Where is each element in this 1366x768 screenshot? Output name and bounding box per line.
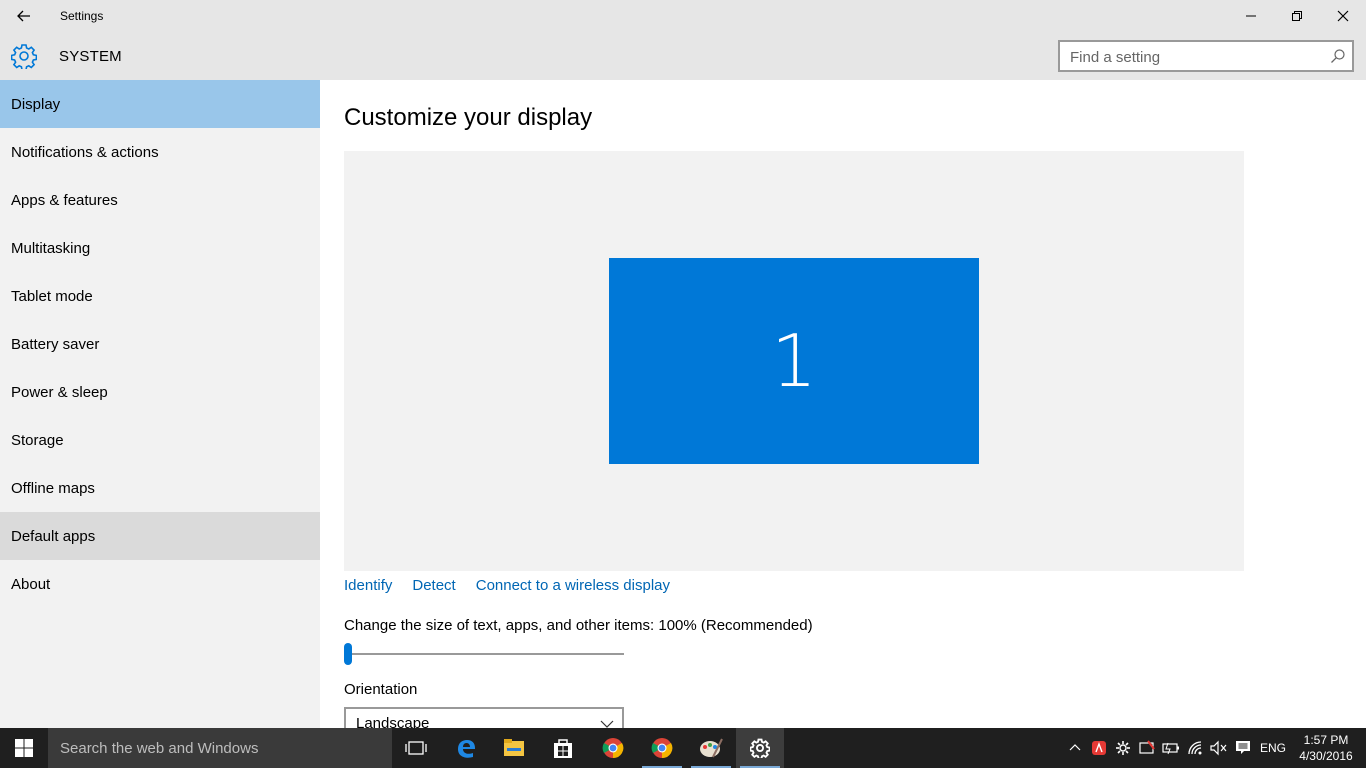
store-button[interactable] bbox=[539, 728, 587, 768]
display-links: Identify Detect Connect to a wireless di… bbox=[344, 577, 670, 594]
minimize-icon bbox=[1246, 15, 1256, 17]
back-button[interactable] bbox=[8, 4, 40, 28]
wireless-display-link[interactable]: Connect to a wireless display bbox=[476, 577, 670, 594]
sidebar-item-label: Offline maps bbox=[11, 479, 95, 497]
sidebar-item-multitasking[interactable]: Multitasking bbox=[0, 224, 320, 272]
window-title: Settings bbox=[60, 9, 104, 23]
settings-taskbar-button[interactable] bbox=[736, 728, 784, 768]
store-icon bbox=[554, 739, 572, 758]
file-explorer-button[interactable] bbox=[490, 728, 538, 768]
show-hidden-icons-button[interactable] bbox=[1065, 738, 1085, 758]
back-arrow-icon bbox=[17, 10, 30, 22]
settings-icon bbox=[750, 738, 770, 758]
input-language-indicator[interactable]: ENG bbox=[1260, 741, 1286, 755]
sidebar-item-label: Default apps bbox=[11, 527, 96, 545]
detect-link[interactable]: Detect bbox=[412, 577, 455, 594]
sidebar-item-label: Notifications & actions bbox=[11, 143, 159, 161]
windows-logo-icon bbox=[15, 739, 33, 757]
chrome-button-active[interactable] bbox=[638, 728, 686, 768]
restore-icon bbox=[1292, 11, 1302, 21]
section-title: SYSTEM bbox=[59, 48, 122, 65]
gear-icon bbox=[11, 44, 37, 69]
gear-tray-icon bbox=[1116, 741, 1130, 755]
tray-wifi-button[interactable] bbox=[1186, 738, 1206, 758]
task-view-icon bbox=[405, 741, 427, 755]
clock-date: 4/30/2016 bbox=[1299, 749, 1353, 763]
file-explorer-icon bbox=[504, 739, 524, 756]
restore-button[interactable] bbox=[1274, 0, 1320, 32]
sidebar-item-label: Display bbox=[11, 95, 61, 113]
flag-icon bbox=[1139, 740, 1155, 754]
sidebar-item-storage[interactable]: Storage bbox=[0, 416, 320, 464]
sidebar-item-label: Storage bbox=[11, 431, 64, 449]
chevron-up-icon bbox=[1069, 744, 1081, 751]
start-button[interactable] bbox=[0, 728, 48, 768]
red-app-icon bbox=[1092, 741, 1106, 755]
edge-icon bbox=[458, 740, 475, 758]
scale-slider-track[interactable] bbox=[344, 653, 624, 655]
main-content: Customize your display 1 Identify Detect… bbox=[320, 80, 1366, 739]
close-icon bbox=[1337, 10, 1349, 22]
tray-flag-button[interactable] bbox=[1137, 738, 1157, 758]
scale-label: Change the size of text, apps, and other… bbox=[344, 617, 813, 634]
minimize-button[interactable] bbox=[1228, 0, 1274, 32]
sidebar-item-label: Tablet mode bbox=[11, 287, 93, 305]
sidebar-item-tablet-mode[interactable]: Tablet mode bbox=[0, 272, 320, 320]
sidebar-item-label: Multitasking bbox=[11, 239, 91, 257]
action-center-icon bbox=[1236, 741, 1250, 754]
identify-link[interactable]: Identify bbox=[344, 577, 392, 594]
sidebar-item-label: About bbox=[11, 575, 51, 593]
display-arrangement-area: 1 bbox=[344, 151, 1244, 571]
orientation-label: Orientation bbox=[344, 681, 418, 698]
sidebar-item-label: Battery saver bbox=[11, 335, 100, 353]
monitor-tile[interactable]: 1 bbox=[609, 258, 979, 464]
search-icon bbox=[1331, 49, 1345, 63]
taskbar: Search the web and Windows ENG 1:57 PM 4… bbox=[0, 728, 1366, 768]
chrome-icon bbox=[651, 738, 673, 759]
taskbar-search-placeholder: Search the web and Windows bbox=[60, 740, 259, 757]
sidebar-item-display[interactable]: Display bbox=[0, 80, 320, 128]
volume-mute-icon bbox=[1210, 740, 1227, 756]
tray-battery-button[interactable] bbox=[1161, 738, 1181, 758]
search-placeholder: Find a setting bbox=[1070, 49, 1161, 66]
clock-time: 1:57 PM bbox=[1303, 733, 1349, 747]
tray-gear-button[interactable] bbox=[1113, 738, 1133, 758]
find-setting-input[interactable]: Find a setting bbox=[1058, 40, 1354, 72]
battery-icon bbox=[1162, 742, 1179, 755]
wifi-icon bbox=[1188, 741, 1202, 755]
sidebar-item-default-apps[interactable]: Default apps bbox=[0, 512, 320, 560]
edge-button[interactable] bbox=[442, 728, 490, 768]
sidebar-item-label: Apps & features bbox=[11, 191, 118, 209]
sidebar-item-notifications[interactable]: Notifications & actions bbox=[0, 128, 320, 176]
task-view-button[interactable] bbox=[392, 728, 440, 768]
clock[interactable]: 1:57 PM 4/30/2016 bbox=[1296, 732, 1356, 764]
monitor-number: 1 bbox=[771, 319, 817, 403]
sidebar-item-label: Power & sleep bbox=[11, 383, 108, 401]
taskbar-search-box[interactable]: Search the web and Windows bbox=[48, 728, 392, 768]
settings-header: SYSTEM Find a setting bbox=[0, 32, 1366, 80]
sidebar: Display Notifications & actions Apps & f… bbox=[0, 80, 320, 728]
paint-icon bbox=[700, 738, 723, 758]
sidebar-item-power-sleep[interactable]: Power & sleep bbox=[0, 368, 320, 416]
sidebar-item-apps-features[interactable]: Apps & features bbox=[0, 176, 320, 224]
close-button[interactable] bbox=[1320, 0, 1366, 32]
sidebar-item-battery-saver[interactable]: Battery saver bbox=[0, 320, 320, 368]
scale-slider-thumb[interactable] bbox=[344, 643, 352, 665]
paint-button[interactable] bbox=[687, 728, 735, 768]
tray-volume-button[interactable] bbox=[1208, 738, 1228, 758]
sidebar-item-about[interactable]: About bbox=[0, 560, 320, 608]
sidebar-item-offline-maps[interactable]: Offline maps bbox=[0, 464, 320, 512]
page-title: Customize your display bbox=[344, 104, 593, 131]
chrome-button[interactable] bbox=[589, 728, 637, 768]
action-center-button[interactable] bbox=[1233, 738, 1253, 758]
tray-app-red[interactable] bbox=[1089, 738, 1109, 758]
chrome-icon bbox=[602, 738, 624, 759]
title-bar: Settings bbox=[0, 0, 1366, 32]
